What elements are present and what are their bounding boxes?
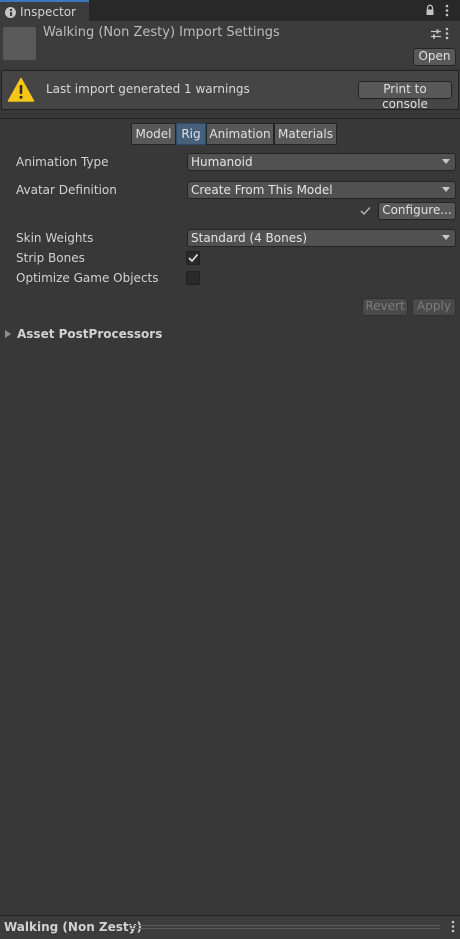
skin-weights-value: Standard (4 Bones) — [191, 231, 308, 245]
resize-handle[interactable] — [129, 925, 440, 929]
foldout-arrow-icon[interactable] — [5, 330, 11, 338]
section-divider — [0, 118, 460, 119]
inspector-tab-label: Inspector — [20, 5, 76, 19]
avatar-definition-label: Avatar Definition — [16, 183, 117, 197]
warning-message: Last import generated 1 warnings — [46, 82, 250, 96]
inspector-tab[interactable]: Inspector — [0, 0, 89, 21]
asset-thumbnail — [3, 27, 36, 60]
tab-materials[interactable]: Materials — [274, 123, 337, 145]
preview-title: Walking (Non Zesty) — [4, 920, 142, 934]
print-to-console-button[interactable]: Print to console — [358, 81, 452, 111]
preset-settings-icon[interactable] — [430, 28, 442, 40]
preview-kebab-icon[interactable] — [450, 920, 456, 933]
optimize-game-objects-checkbox[interactable] — [186, 271, 200, 285]
optimize-game-objects-label: Optimize Game Objects — [16, 271, 159, 285]
strip-bones-label: Strip Bones — [16, 251, 85, 265]
apply-button[interactable]: Apply — [412, 298, 456, 316]
revert-button[interactable]: Revert — [362, 298, 408, 316]
skin-weights-dropdown[interactable]: Standard (4 Bones) — [187, 229, 456, 247]
checkmark-icon — [360, 205, 371, 216]
animation-type-label: Animation Type — [16, 155, 109, 169]
asset-postprocessors-foldout[interactable]: Asset PostProcessors — [17, 327, 162, 341]
avatar-definition-dropdown[interactable]: Create From This Model — [187, 181, 456, 199]
chevron-down-icon — [442, 235, 450, 240]
open-button[interactable]: Open — [413, 48, 456, 66]
kebab-menu-icon[interactable] — [444, 4, 450, 17]
info-icon — [5, 7, 16, 18]
warning-triangle-icon — [7, 77, 35, 103]
header-kebab-icon[interactable] — [444, 27, 450, 40]
avatar-definition-value: Create From This Model — [191, 183, 333, 197]
header-title: Walking (Non Zesty) Import Settings — [43, 25, 280, 40]
animation-type-value: Humanoid — [191, 155, 253, 169]
chevron-down-icon — [442, 187, 450, 192]
configure-button[interactable]: Configure... — [378, 202, 456, 220]
chevron-down-icon — [442, 159, 450, 164]
tab-rig[interactable]: Rig — [176, 123, 206, 145]
skin-weights-label: Skin Weights — [16, 231, 94, 245]
animation-type-dropdown[interactable]: Humanoid — [187, 153, 456, 171]
lock-icon[interactable] — [424, 4, 436, 16]
tab-model[interactable]: Model — [131, 123, 176, 145]
checkmark-icon — [188, 253, 199, 263]
tab-animation[interactable]: Animation — [206, 123, 274, 145]
strip-bones-checkbox[interactable] — [186, 251, 200, 265]
